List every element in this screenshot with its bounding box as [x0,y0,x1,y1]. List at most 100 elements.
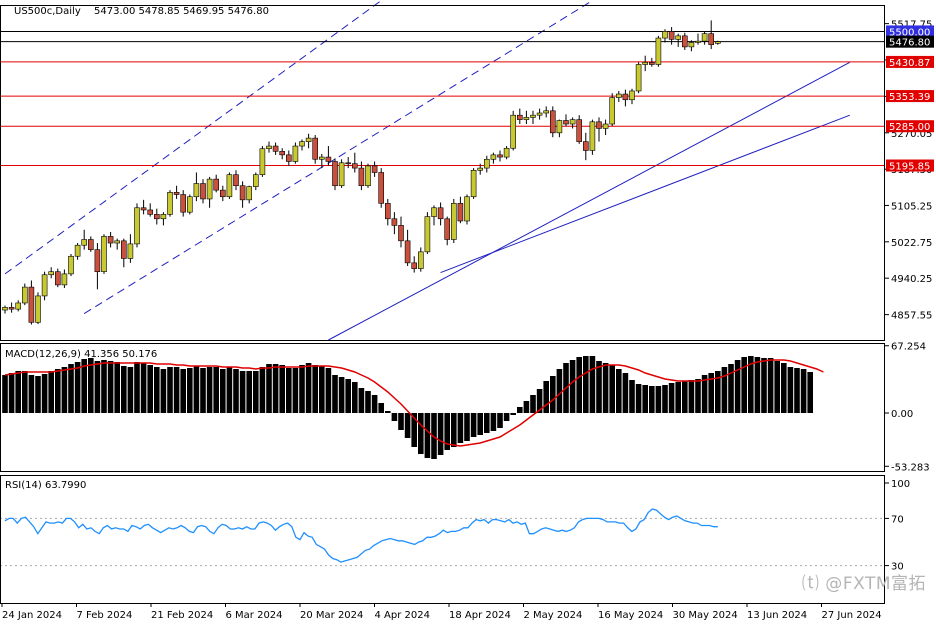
candle-body [220,189,226,198]
macd-bar [121,366,127,413]
macd-bar [385,411,391,413]
macd-bar [8,373,15,413]
time-tick-label: 24 Jan 2024 [2,610,62,621]
trendline-3 [328,61,851,341]
macd-tick-label: 67.254 [891,342,926,353]
macd-bar [180,369,186,413]
candle-body [338,162,345,187]
candle-body [200,183,206,200]
candle-body [470,169,477,198]
macd-bar [107,361,114,413]
macd-bar [226,367,233,413]
candle-body [437,207,444,220]
candle-body [332,161,338,187]
candle-body [259,148,266,176]
candle-body [173,192,180,195]
macd-bar [490,413,497,431]
macd-bar [807,372,813,413]
time-tick-label: 6 Mar 2024 [226,610,283,621]
macd-bar [451,413,457,447]
candle-body [523,117,530,120]
candle-body [107,236,114,244]
rsi-label: RSI(14) 63.7990 [5,480,86,491]
macd-bar [662,385,668,413]
candle-body [431,207,437,217]
macd-tick-label: -53.283 [891,462,930,473]
candle-body [28,286,35,323]
macd-bar [649,386,655,413]
candle-body [114,240,120,244]
trendline-2 [83,0,593,314]
macd-bar [193,366,200,413]
candle-body [345,162,352,165]
candle-body [299,141,305,147]
candle-body [365,165,371,187]
candle-body [61,273,68,286]
macd-bar [556,369,563,413]
macd-bar [635,384,642,413]
time-tick-label: 21 Feb 2024 [151,610,213,621]
candle-body [68,255,74,275]
candle-body [134,207,140,245]
macd-bar [292,368,299,413]
macd-bar [695,379,701,413]
candle-body [15,302,21,310]
panel-frame-3 [0,475,885,604]
price-chart[interactable]: 5517.755435.205352.655270.055187.505105.… [0,0,936,624]
candle-body [180,194,186,213]
candle-body [213,178,219,191]
macd-bar [167,367,173,413]
macd-bar [497,413,503,428]
candle-body [48,271,55,276]
candle-body [358,167,365,187]
candle-body [351,163,358,169]
macd-bar [629,380,635,413]
macd-bar [794,368,800,413]
candle-body [167,192,173,215]
time-tick-label: 27 Jun 2024 [822,610,882,621]
level-tag-label-2: 5476.80 [889,38,930,49]
macd-bar [734,360,741,413]
candle-body [272,145,279,152]
candle-body [246,186,252,201]
macd-bar [470,413,477,437]
candle-body [88,239,94,250]
macd-bar [114,362,120,413]
macd-bar [41,374,48,413]
candle-body [54,271,61,286]
candle-body [483,158,490,169]
candle-body [404,240,411,264]
candle-body [391,218,398,226]
candle-body [675,35,682,40]
candle-body [582,141,589,151]
candle-body [160,214,167,220]
candle-body [536,112,543,116]
macd-bar [457,413,464,443]
candle-body [140,207,147,211]
candle-body [253,174,259,187]
macd-bar [259,367,266,413]
macd-bar [655,386,662,413]
macd-bar [94,361,101,413]
candle-body [576,119,583,142]
time-tick-label: 20 Mar 2024 [300,610,363,621]
candle-body [424,216,431,253]
level-tag-label-3: 5430.87 [889,58,930,69]
candle-body [21,286,28,304]
macd-bar [173,367,180,413]
candle-body [292,145,299,162]
macd-bar [721,367,728,413]
candle-body [510,114,517,149]
candle-body [35,295,41,323]
candle-body [94,249,101,272]
candle-body [497,154,503,158]
price-axis: 5517.755435.205352.655270.055187.505105.… [885,20,934,573]
macd-bar [220,369,226,413]
macd-bar [477,413,483,435]
macd-bar [616,369,622,413]
candle-body [318,156,325,160]
macd-bar [787,367,794,413]
macd-bar [187,368,193,413]
macd-bar [127,367,134,413]
macd-bar [279,365,285,413]
